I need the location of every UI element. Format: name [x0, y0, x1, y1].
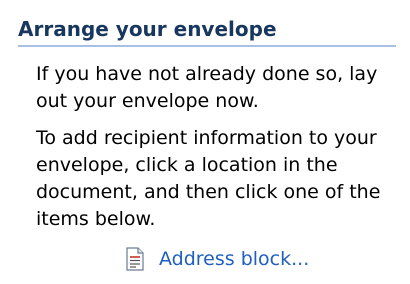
document-icon — [124, 247, 146, 271]
instruction-paragraph-2: To add recipient information to your env… — [36, 127, 381, 230]
mail-merge-pane: Arrange your envelope If you have not al… — [0, 0, 410, 284]
address-block-link[interactable]: Address block... — [18, 247, 400, 271]
address-block-label[interactable]: Address block... — [159, 247, 309, 271]
instruction-paragraph-1: If you have not already done so, lay out… — [36, 63, 378, 112]
section-title: Arrange your envelope — [18, 18, 396, 47]
